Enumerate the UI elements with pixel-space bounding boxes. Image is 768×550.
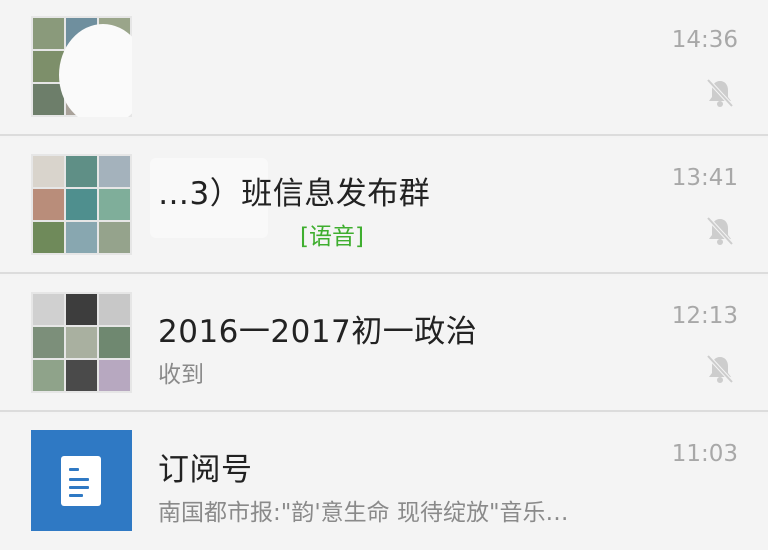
- bell-off-icon: [706, 354, 734, 384]
- voice-message-tag: [语音]: [300, 224, 364, 250]
- chat-preview: [语音]: [300, 217, 364, 251]
- chat-time: 13:41: [671, 165, 738, 191]
- chat-time: 14:36: [671, 27, 738, 53]
- chat-list: 14:36 …3）班信息发布群 [语音] 13:41 2016一2017初一政治…: [0, 0, 768, 550]
- group-avatar: [31, 154, 132, 255]
- group-avatar: [31, 16, 132, 117]
- chat-row[interactable]: 2016一2017初一政治 收到 12:13: [0, 276, 768, 412]
- subscription-avatar: [31, 430, 132, 531]
- chat-title: …3）班信息发布群: [158, 176, 431, 212]
- chat-row[interactable]: 订阅号 南国都市报:"韵'意生命 现待绽放"音乐… 11:03: [0, 414, 768, 550]
- chat-preview: 南国都市报:"韵'意生命 现待绽放"音乐…: [158, 500, 569, 526]
- group-avatar: [31, 292, 132, 393]
- chat-title: 订阅号: [158, 452, 253, 488]
- document-icon: [31, 430, 132, 531]
- bell-off-icon: [706, 216, 734, 246]
- chat-row[interactable]: 14:36: [0, 0, 768, 136]
- chat-row[interactable]: …3）班信息发布群 [语音] 13:41: [0, 138, 768, 274]
- chat-time: 12:13: [671, 303, 738, 329]
- bell-off-icon: [706, 78, 734, 108]
- chat-preview: 收到: [158, 362, 204, 388]
- chat-time: 11:03: [671, 441, 738, 467]
- chat-title: 2016一2017初一政治: [158, 314, 478, 350]
